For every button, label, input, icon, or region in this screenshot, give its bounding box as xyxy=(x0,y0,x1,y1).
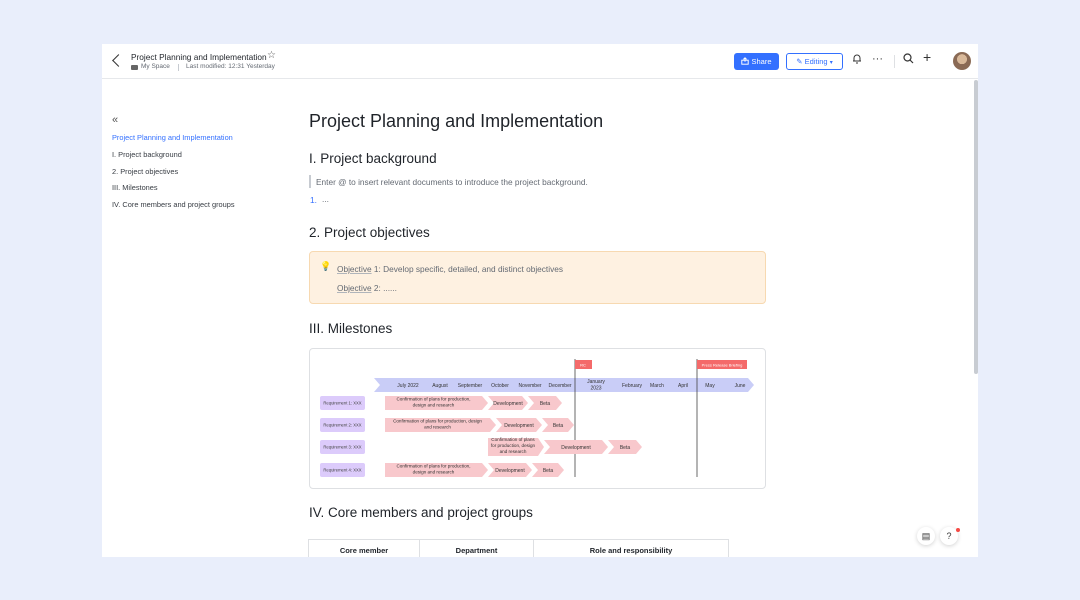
toolbar-divider xyxy=(894,55,895,68)
doc-title: Project Planning and Implementation xyxy=(131,52,267,62)
objective-text: 2: ...... xyxy=(371,283,397,293)
more-icon[interactable]: ··· xyxy=(872,51,883,67)
gantt-chart: July 2022 August September October November D… xyxy=(320,359,754,477)
objective-label: Objective xyxy=(337,283,372,293)
month-label: February xyxy=(622,383,643,389)
list-item[interactable]: ... xyxy=(322,194,329,204)
objective-line[interactable]: Objective 2: ...... xyxy=(337,283,397,293)
section-heading: III. Milestones xyxy=(309,321,393,336)
editing-label: Editing xyxy=(804,57,828,66)
objective-line[interactable]: Objective 1: Develop specific, detailed,… xyxy=(337,264,563,274)
space-link[interactable]: My Space xyxy=(141,63,170,70)
folder-icon xyxy=(131,65,138,70)
toc-item[interactable]: I. Project background xyxy=(112,150,182,159)
month-label: September xyxy=(458,383,483,389)
share-button[interactable]: Share xyxy=(734,53,779,70)
month-label: April xyxy=(678,383,688,389)
avatar[interactable] xyxy=(953,52,971,70)
task-label: Development xyxy=(504,423,534,429)
month-label: May xyxy=(705,383,715,389)
table-header: Department xyxy=(420,540,534,557)
notification-dot xyxy=(956,528,960,532)
task-label: Development xyxy=(493,401,523,407)
task-label: Beta xyxy=(553,423,564,429)
milestone-gantt[interactable]: July 2022 August September October November D… xyxy=(309,348,766,489)
table-header: Core member xyxy=(309,540,420,557)
toc-item[interactable]: III. Milestones xyxy=(112,183,158,192)
back-chevron-icon[interactable] xyxy=(112,54,125,67)
month-label: July 2022 xyxy=(397,383,419,389)
requirement-label: Requirement 1: XXX xyxy=(323,401,361,406)
month-label: December xyxy=(548,383,571,389)
pencil-icon: ✎ xyxy=(796,57,803,66)
requirement-label: Requirement 4: XXX xyxy=(323,468,361,473)
task-label: Development xyxy=(561,445,591,451)
requirement-label: Requirement 3: XXX xyxy=(323,445,361,450)
share-icon xyxy=(741,57,750,65)
doc-window: Project Planning and Implementation ☆ My… xyxy=(102,44,978,557)
last-modified: Last modified: 12:31 Yesterday xyxy=(186,63,275,70)
flag-label: RC xyxy=(580,363,586,368)
task-label: Beta xyxy=(620,445,631,451)
toc-item[interactable]: 2. Project objectives xyxy=(112,167,178,176)
section-heading: I. Project background xyxy=(309,151,437,166)
month-label: November xyxy=(518,383,541,389)
requirement-label: Requirement 2: XXX xyxy=(323,423,361,428)
objective-text: 1: Develop specific, detailed, and disti… xyxy=(371,264,563,274)
objective-label: Objective xyxy=(337,264,372,274)
page-title: Project Planning and Implementation xyxy=(309,111,604,131)
search-icon[interactable] xyxy=(903,53,914,69)
bulb-icon: 💡 xyxy=(320,261,332,271)
bell-icon[interactable] xyxy=(852,53,862,69)
toc-item[interactable]: Project Planning and Implementation xyxy=(112,133,233,142)
month-label: March xyxy=(650,383,664,389)
task-label: Development xyxy=(495,468,525,474)
background-quote[interactable]: Enter @ to insert relevant documents to … xyxy=(316,177,588,187)
month-label: August xyxy=(432,383,448,389)
section-heading: IV. Core members and project groups xyxy=(309,505,533,520)
list-number: 1. xyxy=(310,195,317,205)
plus-icon[interactable]: + xyxy=(923,49,931,65)
toc-item[interactable]: IV. Core members and project groups xyxy=(112,200,235,209)
star-icon[interactable]: ☆ xyxy=(267,50,276,61)
chevron-down-icon: ▾ xyxy=(829,60,833,66)
flag-label: Press Release Briefing xyxy=(702,363,743,368)
objectives-callout[interactable]: 💡 Objective 1: Develop specific, detaile… xyxy=(309,251,766,304)
quote-bar xyxy=(309,175,311,188)
top-bar: Project Planning and Implementation ☆ My… xyxy=(102,44,978,79)
collapse-icon[interactable]: « xyxy=(112,114,118,126)
editing-mode-button[interactable]: ✎ Editing ▾ xyxy=(786,53,843,70)
section-heading: 2. Project objectives xyxy=(309,225,430,240)
task-label: Beta xyxy=(540,401,551,407)
divider xyxy=(178,64,179,71)
month-label: October xyxy=(491,383,509,389)
members-table: Core member Department Role and responsi… xyxy=(308,539,729,557)
task-label: Beta xyxy=(543,468,554,474)
month-label: June xyxy=(735,383,746,389)
share-label: Share xyxy=(751,57,772,66)
comment-icon[interactable]: ▤ xyxy=(917,527,935,545)
scrollbar[interactable] xyxy=(974,80,978,374)
table-header: Role and responsibility xyxy=(589,546,673,555)
